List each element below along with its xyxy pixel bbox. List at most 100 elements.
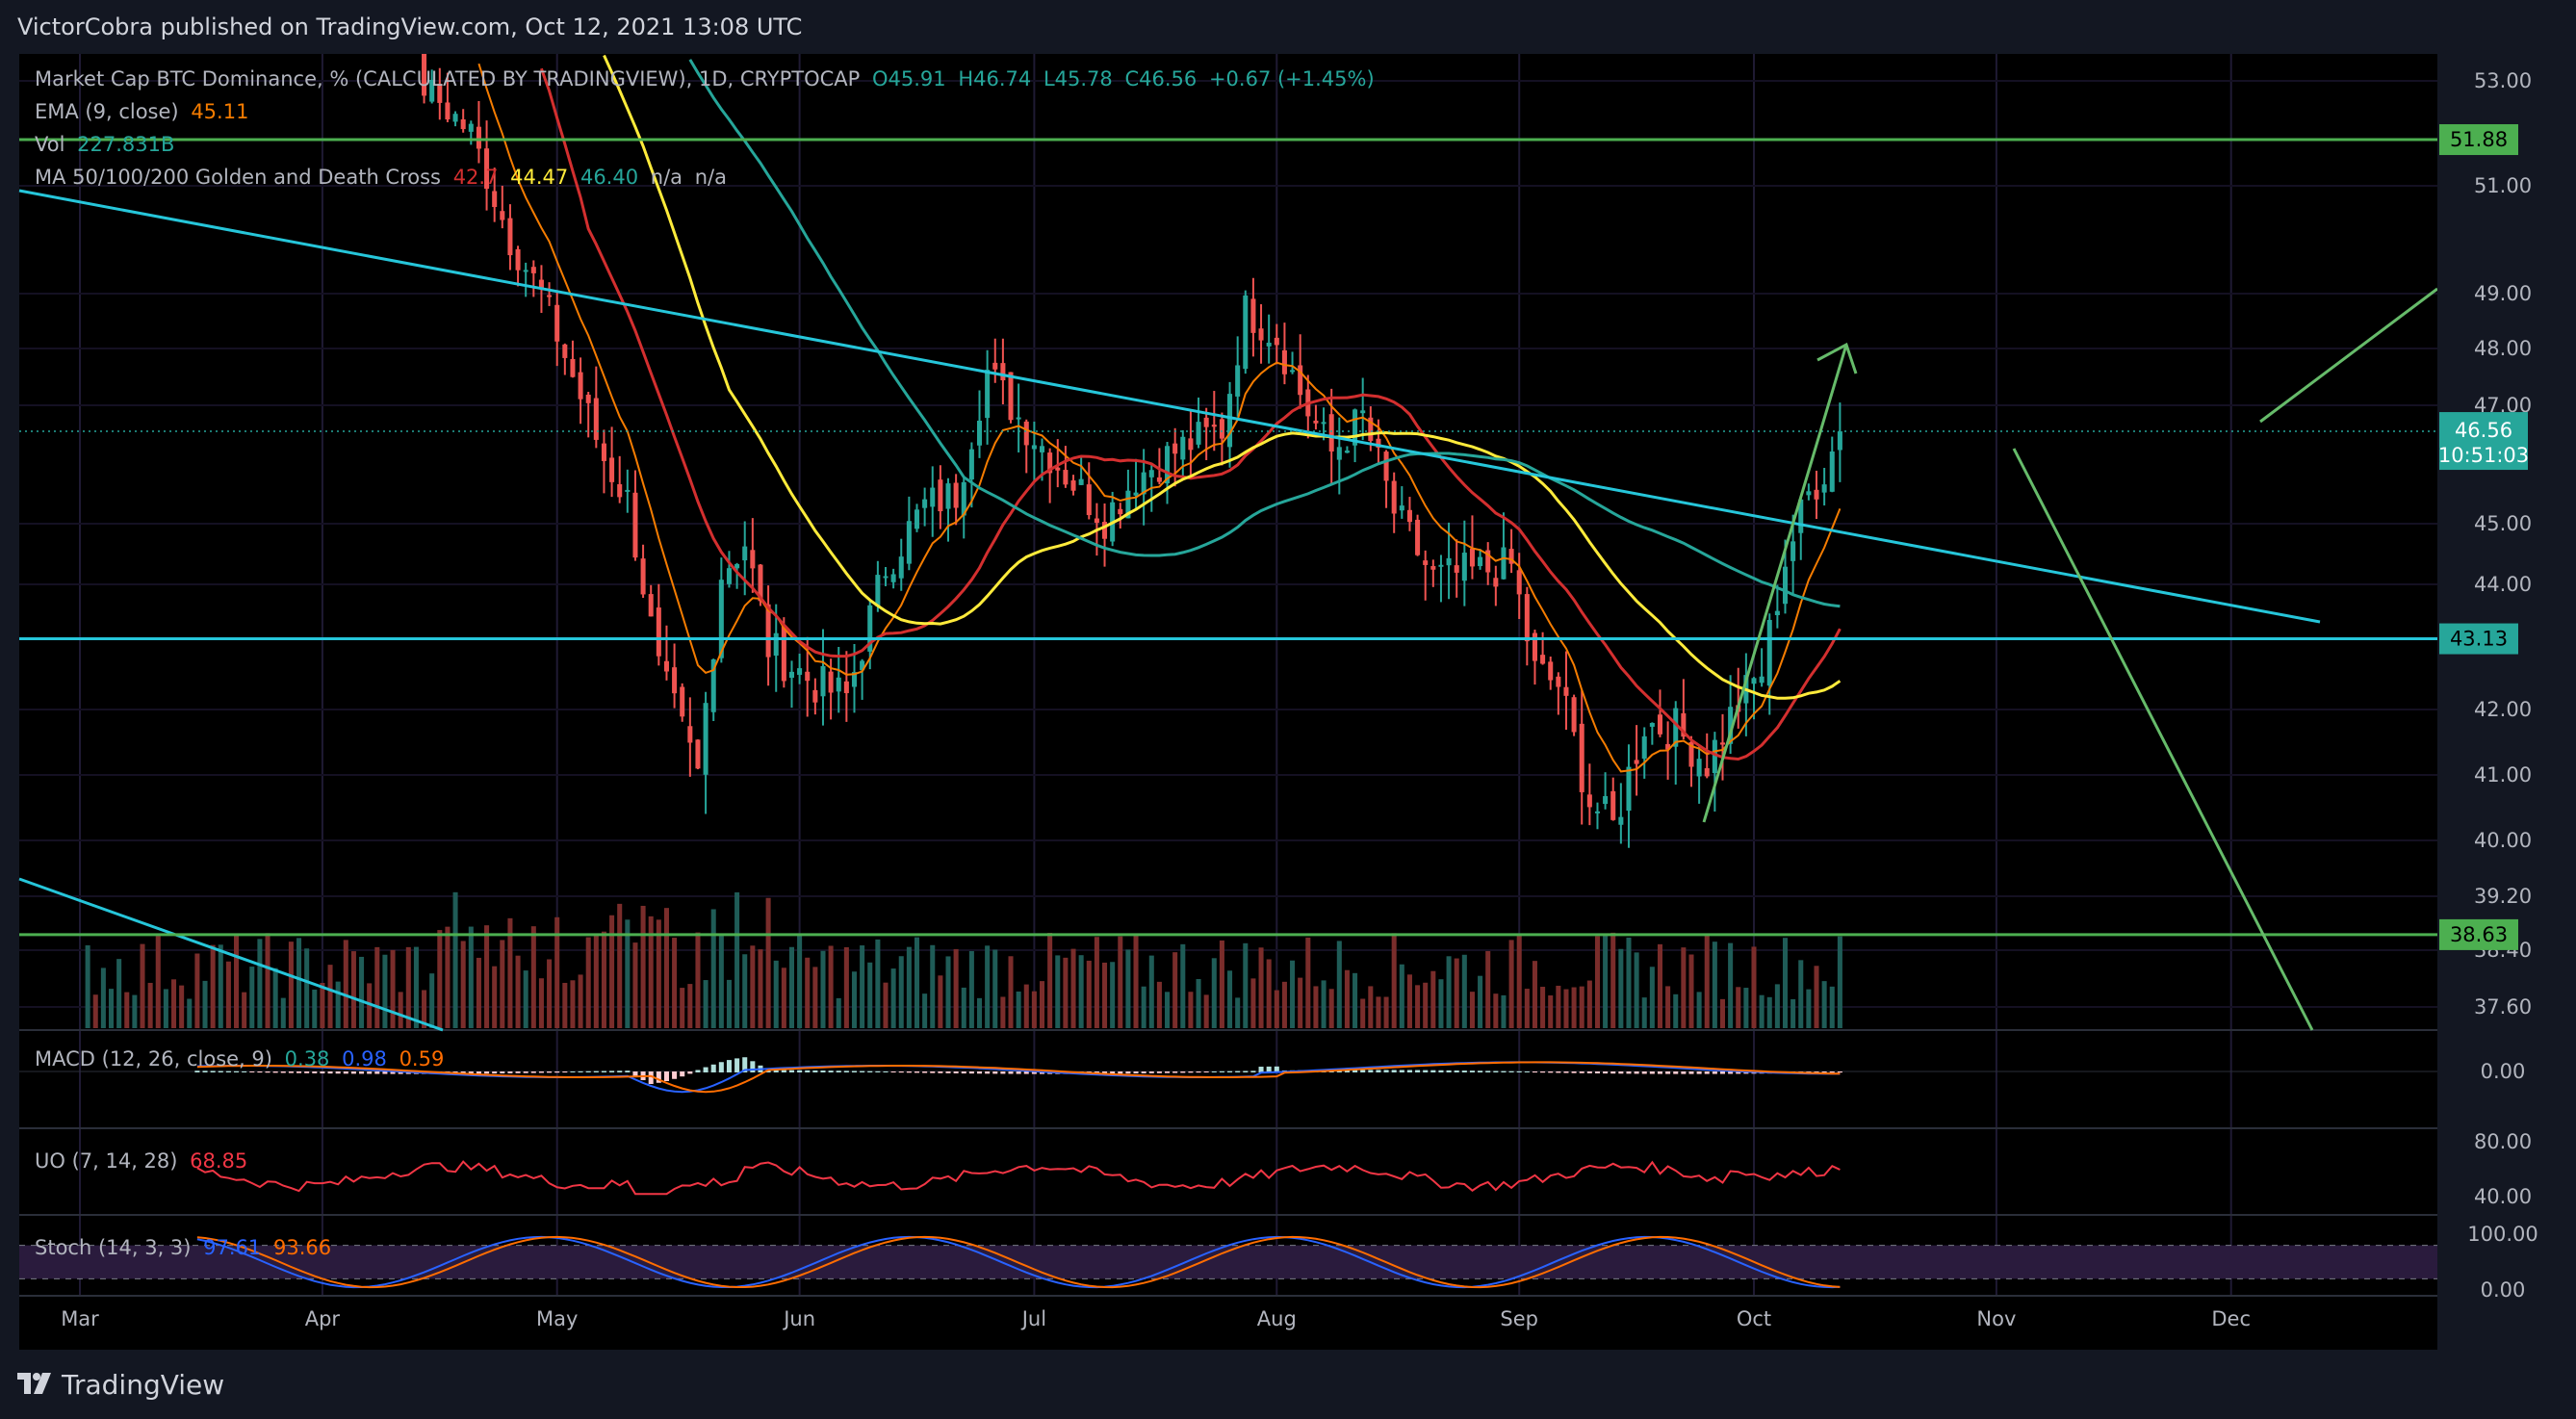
macd-histogram-bar <box>1618 1071 1624 1074</box>
macd-histogram-bar <box>1125 1071 1131 1074</box>
macd-histogram-bar <box>1196 1071 1201 1073</box>
volume-bar <box>1203 994 1209 1028</box>
candle-body <box>875 575 881 606</box>
macd-histogram-bar <box>1665 1071 1671 1074</box>
macd-histogram-bar <box>1516 1071 1522 1072</box>
volume-bar <box>350 951 356 1028</box>
sub-pane-tick-label: 40.00 <box>2474 1185 2532 1208</box>
volume-bar <box>883 982 889 1028</box>
volume-bar <box>1508 940 1514 1028</box>
volume-bar <box>1258 947 1264 1028</box>
volume-bar <box>460 941 466 1028</box>
candle-body <box>773 632 779 656</box>
time-tick-label: Sep <box>1500 1307 1538 1330</box>
legend-ema-value: 45.11 <box>191 100 249 123</box>
candle-body <box>523 270 528 272</box>
candle-body <box>585 394 591 403</box>
macd-histogram-bar <box>1008 1071 1014 1074</box>
volume-bar <box>781 968 786 1028</box>
candle-body <box>906 521 912 564</box>
time-tick-label: Apr <box>305 1307 341 1330</box>
macd-histogram-bar <box>367 1071 373 1074</box>
macd-histogram-bar <box>788 1070 795 1072</box>
volume-bar <box>1821 981 1827 1028</box>
macd-histogram-bar <box>953 1071 959 1073</box>
candle-body <box>953 482 959 508</box>
candle-body <box>1766 619 1772 686</box>
candle-body <box>1360 410 1366 414</box>
legend-uo: UO (7, 14, 28) 68.85 <box>35 1149 253 1173</box>
macd-histogram-bar <box>280 1071 286 1073</box>
volume-bar <box>805 957 811 1028</box>
volume-bar <box>914 937 920 1028</box>
volume-bar <box>140 943 145 1028</box>
candle-body <box>1094 518 1099 524</box>
volume-bar <box>1681 947 1687 1028</box>
price-tick-label: 40.00 <box>2474 829 2532 852</box>
volume-bar <box>280 997 286 1028</box>
candle-body <box>695 739 701 769</box>
macd-histogram-bar <box>374 1071 380 1074</box>
macd-histogram-bar <box>1235 1071 1241 1072</box>
candle-body <box>687 726 693 743</box>
macd-histogram-bar <box>609 1071 615 1072</box>
volume-bar <box>938 975 943 1028</box>
macd-histogram-bar <box>1485 1071 1491 1072</box>
volume-bar <box>343 940 348 1028</box>
volume-bar <box>851 971 858 1028</box>
macd-histogram-bar <box>500 1071 505 1074</box>
volume-bar <box>1469 992 1475 1028</box>
macd-histogram-bar <box>242 1071 247 1072</box>
volume-bar <box>320 982 325 1028</box>
volume-bar <box>1704 934 1710 1028</box>
macd-histogram-bar <box>703 1067 708 1072</box>
volume-bar <box>108 989 115 1028</box>
macd-histogram-bar <box>1563 1071 1569 1073</box>
candle-body <box>570 358 576 377</box>
volume-bar <box>1461 954 1467 1028</box>
candle-body <box>1719 742 1726 745</box>
volume-bar <box>1673 993 1679 1028</box>
macd-histogram-bar <box>1133 1071 1139 1074</box>
macd-histogram-bar <box>578 1071 583 1072</box>
legend-stoch: Stoch (14, 3, 3) 97.61 93.66 <box>35 1236 337 1259</box>
candle-body <box>781 626 786 682</box>
candle-body <box>1634 760 1639 764</box>
legend-ma: MA 50/100/200 Golden and Death Cross 42.… <box>35 166 733 189</box>
volume-bar <box>1556 985 1561 1028</box>
candle-body <box>452 114 458 122</box>
candle-body <box>1556 676 1561 687</box>
volume-bar <box>390 949 396 1028</box>
macd-histogram-bar <box>1406 1070 1412 1072</box>
macd-histogram-bar <box>718 1062 724 1072</box>
volume-bar <box>1415 985 1421 1028</box>
macd-histogram-bar <box>617 1071 623 1072</box>
volume-bar <box>1094 937 1099 1028</box>
chart-area[interactable]: 53.0051.0049.0048.0047.0045.0044.0042.00… <box>0 54 2576 1350</box>
candle-body <box>445 102 451 120</box>
volume-bar <box>225 961 231 1028</box>
price-badge-countdown: 10:51:03 <box>2438 444 2529 467</box>
candle-body <box>1829 452 1835 492</box>
candle-body <box>1290 370 1296 373</box>
volume-bar <box>1766 996 1772 1028</box>
macd-histogram-bar <box>1478 1071 1483 1072</box>
candle-body <box>1188 438 1194 451</box>
macd-histogram-bar <box>515 1071 521 1073</box>
volume-bar <box>218 944 223 1028</box>
volume-bar <box>1133 933 1139 1028</box>
volume-bar <box>1298 977 1303 1028</box>
macd-histogram-bar <box>327 1071 333 1074</box>
macd-histogram-bar <box>820 1071 826 1072</box>
candle-body <box>1227 394 1233 448</box>
candle-body <box>938 479 943 512</box>
candle-body <box>1023 421 1029 446</box>
candle-body <box>1423 560 1429 565</box>
candle-body <box>1759 676 1765 684</box>
volume-bar <box>726 979 732 1028</box>
volume-bar <box>867 962 873 1028</box>
time-tick-label: Oct <box>1737 1307 1771 1330</box>
macd-histogram-bar <box>1172 1071 1178 1073</box>
volume-bar <box>1406 974 1412 1028</box>
macd-histogram-bar <box>1532 1071 1537 1073</box>
